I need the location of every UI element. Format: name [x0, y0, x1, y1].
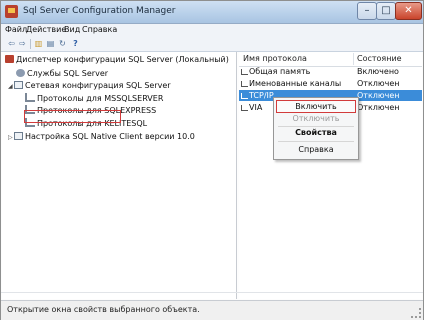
toolbar-separator — [30, 39, 31, 49]
close-button[interactable]: ✕ — [395, 2, 422, 20]
protocol-icon — [241, 93, 248, 99]
protocol-list-pane: Имя протокола Состояние Общая память Вкл… — [239, 52, 422, 299]
app-window: Sql Server Configuration Manager – □ ✕ Ф… — [0, 0, 424, 320]
status-bar: Открытие окна свойств выбранного объекта… — [1, 300, 423, 320]
client-icon — [14, 132, 23, 140]
menu-separator — [278, 141, 354, 142]
minimize-button[interactable]: – — [357, 2, 377, 20]
server-icon — [5, 55, 14, 63]
list-row[interactable]: Именованные каналы Отключен — [239, 78, 422, 89]
back-icon[interactable]: ⇦ — [7, 39, 16, 49]
properties-icon[interactable]: ▤ — [46, 39, 55, 49]
app-icon — [5, 5, 18, 18]
tree-item-network-config[interactable]: ◢ Сетевая конфигурация SQL Server — [8, 80, 171, 92]
menu-file[interactable]: Файл — [5, 25, 27, 34]
protocol-icon — [241, 81, 248, 87]
title-bar[interactable]: Sql Server Configuration Manager – □ ✕ — [1, 1, 423, 24]
tree-item-root[interactable]: Диспетчер конфигурации SQL Server (Локал… — [5, 54, 229, 66]
network-icon — [14, 81, 23, 89]
context-disable[interactable]: Отключить — [276, 113, 356, 125]
protocol-icon — [241, 69, 248, 75]
tree-item-services[interactable]: Службы SQL Server — [16, 68, 108, 80]
selection-highlight — [24, 110, 121, 123]
column-separator[interactable] — [353, 53, 354, 65]
forward-icon[interactable]: ⇨ — [18, 39, 27, 49]
tree-pane: Диспетчер конфигурации SQL Server (Локал… — [2, 52, 237, 299]
pane-bottom-edge — [1, 292, 423, 293]
help-icon[interactable]: ? — [71, 39, 80, 49]
menu-action[interactable]: Действие — [26, 25, 66, 34]
protocol-icon — [241, 105, 248, 111]
protocol-icon — [25, 93, 35, 102]
column-header-name[interactable]: Имя протокола — [243, 54, 307, 63]
folder-up-icon[interactable]: ▥ — [34, 39, 43, 49]
menu-bar: Файл Действие Вид Справка — [1, 24, 423, 37]
context-help[interactable]: Справка — [276, 144, 356, 156]
status-text: Открытие окна свойств выбранного объекта… — [7, 305, 200, 314]
context-enable[interactable]: Включить — [276, 100, 356, 113]
refresh-icon[interactable]: ↻ — [58, 39, 67, 49]
resize-grip-icon[interactable] — [411, 308, 421, 318]
context-menu: Включить Отключить Свойства Справка — [273, 97, 359, 160]
column-header-state[interactable]: Состояние — [357, 54, 402, 63]
menu-view[interactable]: Вид — [64, 25, 80, 34]
tree-item-native-client[interactable]: ▷ Настройка SQL Native Client версии 10.0 — [8, 131, 195, 143]
menu-help[interactable]: Справка — [82, 25, 117, 34]
window-title: Sql Server Configuration Manager — [23, 6, 176, 16]
tree-item-mssqlserver[interactable]: Протоколы для MSSQLSERVER — [25, 93, 163, 105]
list-header: Имя протокола Состояние — [239, 52, 422, 67]
maximize-button[interactable]: □ — [376, 2, 396, 20]
services-icon — [16, 69, 25, 77]
context-properties[interactable]: Свойства — [276, 127, 356, 139]
list-row[interactable]: Общая память Включено — [239, 66, 422, 77]
toolbar: ⇦ ⇨ ▥ ▤ ↻ ? — [1, 37, 423, 52]
